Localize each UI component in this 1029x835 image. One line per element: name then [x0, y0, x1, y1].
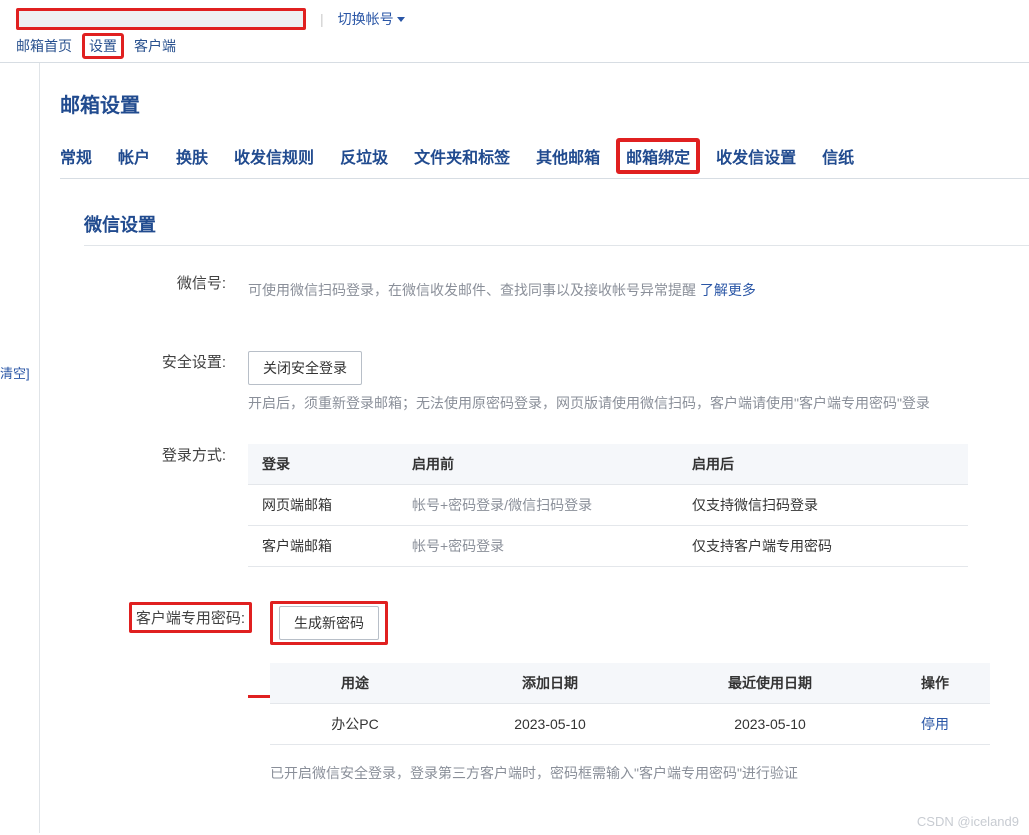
td-add-date: 2023-05-10 [440, 704, 660, 745]
tab-spam[interactable]: 反垃圾 [340, 144, 388, 168]
field-security: 安全设置: 关闭安全登录 开启后，须重新登录邮箱；无法使用原密码登录，网页版请使… [84, 351, 1029, 416]
login-method-table: 登录 启用前 启用后 网页端邮箱 帐号+密码登录/微信扫码登录 仅支持微信扫码登… [248, 444, 968, 567]
td-last-use: 2023-05-10 [660, 704, 880, 745]
caret-down-icon [397, 17, 405, 22]
disable-password-link[interactable]: 停用 [921, 716, 949, 732]
gen-password-highlight: 生成新密码 [270, 601, 388, 645]
th-add-date: 添加日期 [440, 663, 660, 704]
field-login-method: 登录方式: 登录 启用前 启用后 网页端邮箱 帐号+密码登录/微信扫码登录 [84, 444, 1029, 567]
td-action: 停用 [880, 704, 990, 745]
settings-tabs: 常规 帐户 换肤 收发信规则 反垃圾 文件夹和标签 其他邮箱 邮箱绑定 收发信设… [60, 132, 1029, 179]
td-login: 客户端邮箱 [248, 526, 398, 567]
tab-other-mail[interactable]: 其他邮箱 [536, 144, 600, 168]
table-row: 登录 启用前 启用后 [248, 444, 968, 485]
account-row: | 切换帐号 [16, 8, 1013, 30]
page-title: 邮箱设置 [60, 89, 1029, 118]
vertical-divider: | [320, 11, 324, 27]
wechat-id-label: 微信号: [84, 272, 248, 303]
th-usage: 用途 [270, 663, 440, 704]
learn-more-link[interactable]: 了解更多 [700, 282, 756, 298]
th-action: 操作 [880, 663, 990, 704]
account-email-redacted [16, 8, 306, 30]
left-rail-clear[interactable]: 清空] [0, 366, 30, 381]
td-usage: 办公PC [270, 704, 440, 745]
nav-inbox[interactable]: 邮箱首页 [16, 36, 72, 56]
tab-send-recv[interactable]: 收发信设置 [716, 144, 796, 168]
table-row: 客户端邮箱 帐号+密码登录 仅支持客户端专用密码 [248, 526, 968, 567]
generate-password-button[interactable]: 生成新密码 [279, 606, 379, 640]
top-bar: | 切换帐号 邮箱首页 设置 客户端 [0, 0, 1029, 56]
th-before: 启用前 [398, 444, 678, 485]
section-wechat-title: 微信设置 [84, 211, 1029, 237]
tab-stationery[interactable]: 信纸 [822, 144, 854, 168]
switch-account-label: 切换帐号 [338, 9, 394, 29]
td-after: 仅支持微信扫码登录 [678, 485, 968, 526]
tab-general[interactable]: 常规 [60, 144, 92, 168]
tab-binding[interactable]: 邮箱绑定 [616, 138, 700, 174]
field-client-password: 客户端专用密码: 生成新密码 用途 添加日期 最近使用日期 操作 [84, 607, 1029, 786]
wechat-hint-text: 可使用微信扫码登录，在微信收发邮件、查找同事以及接收帐号异常提醒 [248, 282, 700, 298]
td-before: 帐号+密码登录/微信扫码登录 [398, 485, 678, 526]
main-layout: 清空] 邮箱设置 常规 帐户 换肤 收发信规则 反垃圾 文件夹和标签 其他邮箱 … [0, 63, 1029, 833]
close-secure-login-button[interactable]: 关闭安全登录 [248, 351, 362, 385]
top-nav: 邮箱首页 设置 客户端 [16, 36, 1013, 56]
left-rail: 清空] [0, 63, 40, 833]
section-divider [84, 245, 1029, 246]
nav-client[interactable]: 客户端 [134, 36, 176, 56]
nav-settings[interactable]: 设置 [82, 33, 124, 59]
field-wechat-id: 微信号: 可使用微信扫码登录，在微信收发邮件、查找同事以及接收帐号异常提醒 了解… [84, 272, 1029, 303]
switch-account-link[interactable]: 切换帐号 [338, 9, 405, 29]
client-password-hint: 已开启微信安全登录，登录第三方客户端时，密码框需输入"客户端专用密码"进行验证 [270, 761, 1029, 786]
red-connector [248, 695, 270, 698]
td-before: 帐号+密码登录 [398, 526, 678, 567]
tab-folders[interactable]: 文件夹和标签 [414, 144, 510, 168]
security-hint: 开启后，须重新登录邮箱；无法使用原密码登录，网页版请使用微信扫码，客户端请使用"… [248, 391, 1029, 416]
login-method-label: 登录方式: [84, 444, 248, 567]
client-password-label: 客户端专用密码: [129, 602, 252, 633]
th-login: 登录 [248, 444, 398, 485]
table-row: 网页端邮箱 帐号+密码登录/微信扫码登录 仅支持微信扫码登录 [248, 485, 968, 526]
main-content: 邮箱设置 常规 帐户 换肤 收发信规则 反垃圾 文件夹和标签 其他邮箱 邮箱绑定… [40, 63, 1029, 833]
wechat-id-hint: 可使用微信扫码登录，在微信收发邮件、查找同事以及接收帐号异常提醒 了解更多 [248, 278, 1029, 303]
td-after: 仅支持客户端专用密码 [678, 526, 968, 567]
th-last-use: 最近使用日期 [660, 663, 880, 704]
th-after: 启用后 [678, 444, 968, 485]
table-row: 办公PC 2023-05-10 2023-05-10 停用 [270, 704, 990, 745]
tab-skin[interactable]: 换肤 [176, 144, 208, 168]
tab-rules[interactable]: 收发信规则 [234, 144, 314, 168]
tab-account[interactable]: 帐户 [118, 144, 150, 168]
security-label: 安全设置: [84, 351, 248, 416]
td-login: 网页端邮箱 [248, 485, 398, 526]
table-row: 用途 添加日期 最近使用日期 操作 [270, 663, 990, 704]
client-password-table: 用途 添加日期 最近使用日期 操作 办公PC 2023-05-10 2023-0… [270, 663, 990, 745]
